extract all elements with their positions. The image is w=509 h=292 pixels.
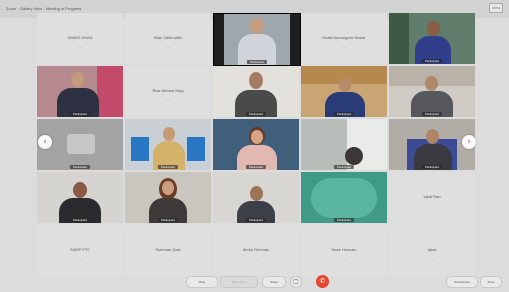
background-plant [389, 13, 409, 64]
background-chair [187, 137, 205, 161]
participant-face [425, 76, 438, 91]
participant-name: HAMID KHAN [67, 35, 93, 40]
more-button[interactable]: More [480, 276, 502, 288]
participant-label: Participant [245, 165, 267, 169]
camera-off-glare [67, 134, 95, 154]
participant-indicator: • • [166, 98, 170, 102]
participant-indicator: • • [166, 257, 170, 261]
participant-tile[interactable]: Khalid Aurangzeb Babar • • [301, 13, 387, 64]
start-video-button[interactable]: Start Video [220, 276, 258, 288]
participant-head [345, 147, 363, 165]
participant-indicator: • • [254, 257, 258, 261]
participant-face [250, 18, 264, 34]
participant-face [427, 21, 440, 36]
participant-face [426, 129, 439, 144]
participant-tile[interactable]: Riaz Ahmad Nagi • • [125, 66, 211, 117]
participant-label: Participant [69, 165, 91, 169]
share-button[interactable]: Share [262, 276, 286, 288]
participant-label: Participant [245, 112, 267, 116]
meeting-toolbar: Mute Start Video Share ▢ ✆ Participants … [0, 272, 509, 292]
participant-label: Participant [421, 165, 443, 169]
participant-tile[interactable]: Participant [389, 66, 475, 117]
chat-icon[interactable]: ▢ [290, 276, 302, 288]
participant-tile[interactable]: Participant [213, 172, 299, 223]
participant-tile[interactable]: Iqbal Rao • • [389, 172, 475, 223]
participant-tile[interactable]: Participant [213, 66, 299, 117]
participant-label: Participant [421, 59, 443, 63]
participant-tile[interactable]: Participant [301, 66, 387, 117]
participant-face [249, 72, 263, 89]
participant-tile[interactable]: HAMID KHAN • • [37, 13, 123, 64]
participant-label: Participant [157, 218, 179, 222]
participant-tile[interactable]: Iqbal • • [389, 225, 475, 276]
participant-face [163, 127, 175, 141]
gallery-grid: HAMID KHAN • • Mian Zahiruddin • • Parti… [37, 13, 475, 276]
background-window [301, 119, 347, 170]
participant-face [162, 181, 174, 195]
participant-tile[interactable]: Participant [301, 119, 387, 170]
background-chair [131, 137, 149, 161]
participant-face [250, 186, 263, 201]
participant-face [339, 78, 351, 92]
participant-indicator: • • [430, 257, 434, 261]
participant-tile[interactable]: Participant [37, 66, 123, 117]
view-button[interactable]: View [489, 3, 503, 13]
participant-indicator: • • [430, 204, 434, 208]
participant-indicator: • • [342, 257, 346, 261]
participant-tile[interactable]: Nasir Hussain • • [301, 225, 387, 276]
participant-tile[interactable]: SAMP PTC • • [37, 225, 123, 276]
participant-indicator: • • [78, 257, 82, 261]
participant-label: Participant [421, 112, 443, 116]
participant-tile[interactable]: Abdul Rehman • • [213, 225, 299, 276]
participant-label: Participant [69, 112, 91, 116]
participant-tile[interactable]: Mian Zahiruddin • • [125, 13, 211, 64]
participant-label: Participant [246, 60, 268, 64]
participant-name: Iqbal Rao [423, 194, 441, 199]
participant-name: Nasir Hussain [331, 247, 357, 252]
participant-indicator: • • [342, 45, 346, 49]
participant-name: SAMP PTC [69, 247, 91, 252]
participant-indicator: • • [166, 45, 170, 49]
mute-button[interactable]: Mute [186, 276, 218, 288]
participant-name: Khalid Aurangzeb Babar [322, 35, 366, 40]
participant-name: Suleman Qazi [155, 247, 181, 252]
participant-label: Participant [333, 218, 355, 222]
participant-tile[interactable]: Participant [125, 172, 211, 223]
participant-tile[interactable]: Participant [37, 172, 123, 223]
window-title: Zoom · Gallery View · Meeting in Progres… [6, 6, 82, 11]
previous-page-arrow-icon[interactable]: ‹ [38, 135, 52, 149]
participant-face [251, 130, 263, 144]
participant-indicator: • • [78, 45, 82, 49]
next-page-arrow-icon[interactable]: › [462, 135, 476, 149]
virtual-background [311, 178, 377, 218]
participant-label: Participant [69, 218, 91, 222]
participant-tile-active[interactable]: Participant [213, 13, 301, 66]
participant-tile[interactable]: Suleman Qazi • • [125, 225, 211, 276]
participant-label: Participant [333, 112, 355, 116]
participant-label: Participant [333, 165, 355, 169]
background-banner [97, 66, 123, 117]
end-call-icon[interactable]: ✆ [316, 275, 329, 288]
participant-face [71, 72, 84, 87]
participant-tile[interactable]: Participant [125, 119, 211, 170]
participants-button[interactable]: Participants [446, 276, 478, 288]
participant-tile[interactable]: Participant [213, 119, 299, 170]
participant-label: Participant [245, 218, 267, 222]
participant-label: Participant [157, 165, 179, 169]
participant-name: Mian Zahiruddin [153, 35, 183, 40]
participant-tile[interactable]: Participant [389, 13, 475, 64]
participant-name: Abdul Rehman [242, 247, 270, 252]
participant-name: Riaz Ahmad Nagi [152, 88, 184, 93]
participant-name: Iqbal [427, 247, 437, 252]
participant-face [73, 182, 87, 198]
participant-tile[interactable]: Participant [301, 172, 387, 223]
